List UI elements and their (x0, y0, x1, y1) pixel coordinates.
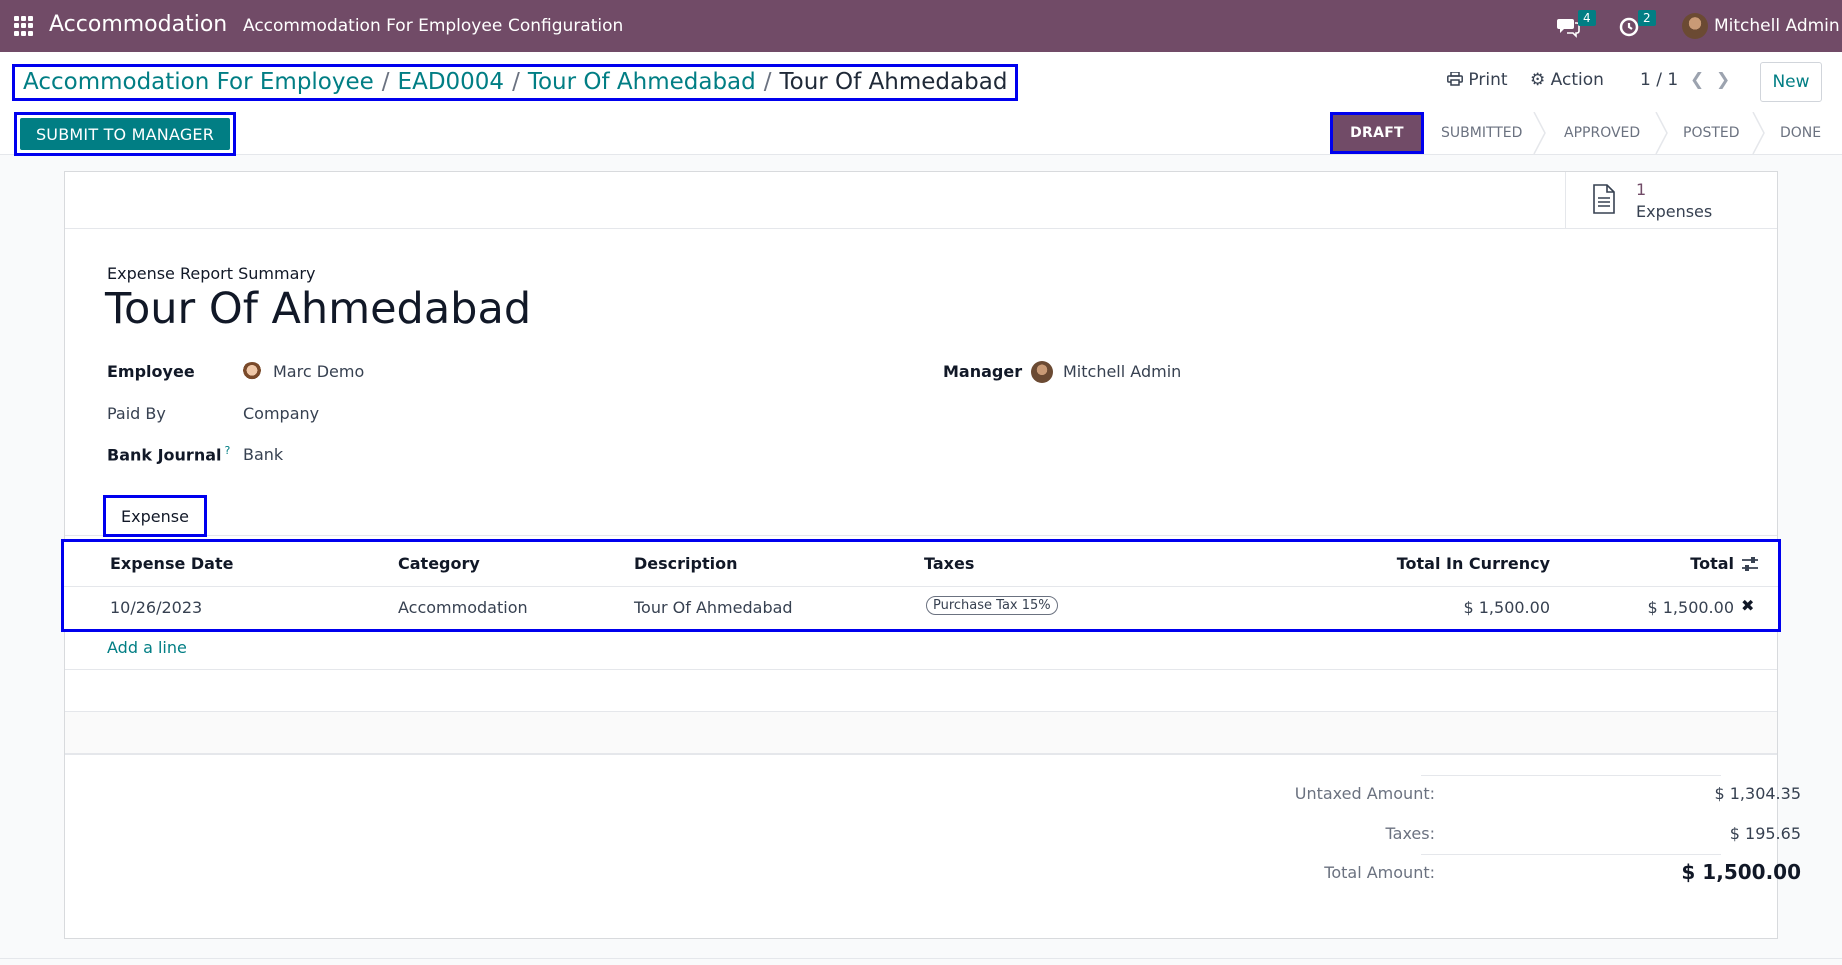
taxes-value: $ 195.65 (1729, 824, 1801, 843)
breadcrumb-current: Tour Of Ahmedabad (779, 69, 1008, 95)
employee-value[interactable]: Marc Demo (273, 362, 364, 381)
breadcrumb-separator: / (512, 69, 520, 95)
paid-by-value[interactable]: Company (243, 404, 319, 423)
tab-divider (65, 535, 1777, 536)
breadcrumb-item-accommodation[interactable]: Accommodation For Employee (23, 69, 374, 95)
app-name[interactable]: Accommodation (49, 12, 227, 37)
col-header-total[interactable]: Total (1584, 554, 1734, 573)
report-title[interactable]: Tour Of Ahmedabad (105, 284, 531, 334)
chat-icon[interactable] (1556, 14, 1580, 38)
breadcrumb: Accommodation For Employee / EAD0004 / Tour … (12, 64, 1019, 101)
apps-grid-icon[interactable] (14, 16, 34, 36)
user-menu-name[interactable]: Mitchell Admin (1714, 16, 1840, 36)
chevron-right-icon[interactable]: ❯ (1716, 70, 1730, 90)
gear-icon: ⚙ (1530, 70, 1546, 90)
empty-row (65, 711, 1777, 754)
empty-row (65, 669, 1777, 712)
status-chevron (1533, 112, 1546, 154)
total-divider (1421, 854, 1721, 855)
employee-label: Employee (107, 362, 195, 381)
bank-journal-label-text: Bank Journal (107, 445, 222, 465)
taxes-label: Taxes: (1385, 824, 1435, 843)
col-header-taxes[interactable]: Taxes (924, 554, 974, 573)
summary-label: Expense Report Summary (107, 264, 316, 283)
manager-label: Manager (943, 362, 1023, 381)
activities-count-badge: 2 (1638, 10, 1656, 26)
breadcrumb-separator: / (763, 69, 772, 95)
cell-total[interactable]: $ 1,500.00 (1584, 598, 1734, 617)
manager-value[interactable]: Mitchell Admin (1063, 362, 1181, 381)
delete-row-icon[interactable]: ✖ (1741, 596, 1754, 615)
menu-configuration[interactable]: Configuration (508, 16, 623, 36)
col-header-description[interactable]: Description (634, 554, 737, 573)
col-header-total-in-currency[interactable]: Total In Currency (1350, 554, 1550, 573)
button-box: 1 Expenses (65, 172, 1777, 229)
status-submitted[interactable]: SUBMITTED (1441, 112, 1522, 154)
col-header-expense-date[interactable]: Expense Date (110, 554, 233, 573)
messages-count-badge: 4 (1578, 10, 1596, 26)
chatter-divider (0, 958, 1842, 959)
print-button[interactable]: Print (1447, 70, 1508, 90)
untaxed-amount-label: Untaxed Amount: (1294, 784, 1435, 803)
pager-value[interactable]: 1 / 1 (1640, 70, 1678, 90)
manager-avatar (1031, 361, 1053, 383)
total-amount-label: Total Amount: (1324, 863, 1435, 882)
user-avatar[interactable] (1682, 13, 1708, 39)
status-posted[interactable]: POSTED (1683, 112, 1740, 154)
expense-lines-table: Expense Date Category Description Taxes … (61, 539, 1781, 632)
menu-accommodation-for-employee[interactable]: Accommodation For Employee (243, 16, 502, 36)
document-icon (1593, 184, 1615, 214)
status-chevron (1752, 112, 1765, 154)
optional-columns-icon[interactable] (1741, 556, 1759, 572)
breadcrumb-item-ead0004[interactable]: EAD0004 (398, 69, 505, 95)
col-header-category[interactable]: Category (398, 554, 480, 573)
action-label: Action (1550, 70, 1604, 90)
expenses-stat-button[interactable]: 1 Expenses (1565, 172, 1778, 229)
print-label: Print (1468, 70, 1508, 90)
submit-to-manager-button[interactable]: SUBMIT TO MANAGER (20, 118, 230, 150)
help-tooltip-icon[interactable]: ? (225, 444, 231, 457)
status-done[interactable]: DONE (1780, 112, 1821, 154)
untaxed-amount-value: $ 1,304.35 (1714, 784, 1801, 803)
total-amount-value: $ 1,500.00 (1681, 860, 1801, 884)
action-button[interactable]: ⚙ Action (1530, 70, 1604, 90)
expenses-label: Expenses (1636, 202, 1713, 221)
cell-description[interactable]: Tour Of Ahmedabad (634, 598, 793, 617)
status-chevron (1655, 112, 1668, 154)
cell-total-in-currency[interactable]: $ 1,500.00 (1350, 598, 1550, 617)
new-button[interactable]: New (1760, 62, 1822, 102)
tax-tag[interactable]: Purchase Tax 15% (926, 596, 1058, 615)
top-navbar: Accommodation Accommodation For Employee… (0, 0, 1842, 52)
paid-by-label: Paid By (107, 404, 166, 423)
employee-avatar (241, 362, 263, 384)
bank-journal-value[interactable]: Bank (243, 445, 283, 464)
submit-highlight: SUBMIT TO MANAGER (14, 112, 236, 156)
status-approved[interactable]: APPROVED (1564, 112, 1640, 154)
add-line-link[interactable]: Add a line (107, 638, 187, 657)
table-header-divider (64, 586, 1778, 587)
bank-journal-label: Bank Journal? (107, 444, 230, 464)
printer-icon (1447, 71, 1463, 86)
expenses-count: 1 (1636, 180, 1647, 199)
cell-category[interactable]: Accommodation (398, 598, 528, 617)
cell-expense-date[interactable]: 10/26/2023 (110, 598, 202, 617)
form-sheet: 1 Expenses Expense Report Summary Tour O… (61, 171, 1801, 939)
status-draft[interactable]: DRAFT (1330, 112, 1424, 154)
totals-divider (1421, 775, 1721, 776)
chevron-left-icon[interactable]: ❮ (1690, 70, 1704, 90)
table-footer-divider (65, 753, 1777, 755)
tab-expense[interactable]: Expense (103, 495, 207, 537)
breadcrumb-separator: / (381, 69, 390, 95)
breadcrumb-item-tour[interactable]: Tour Of Ahmedabad (528, 69, 756, 95)
